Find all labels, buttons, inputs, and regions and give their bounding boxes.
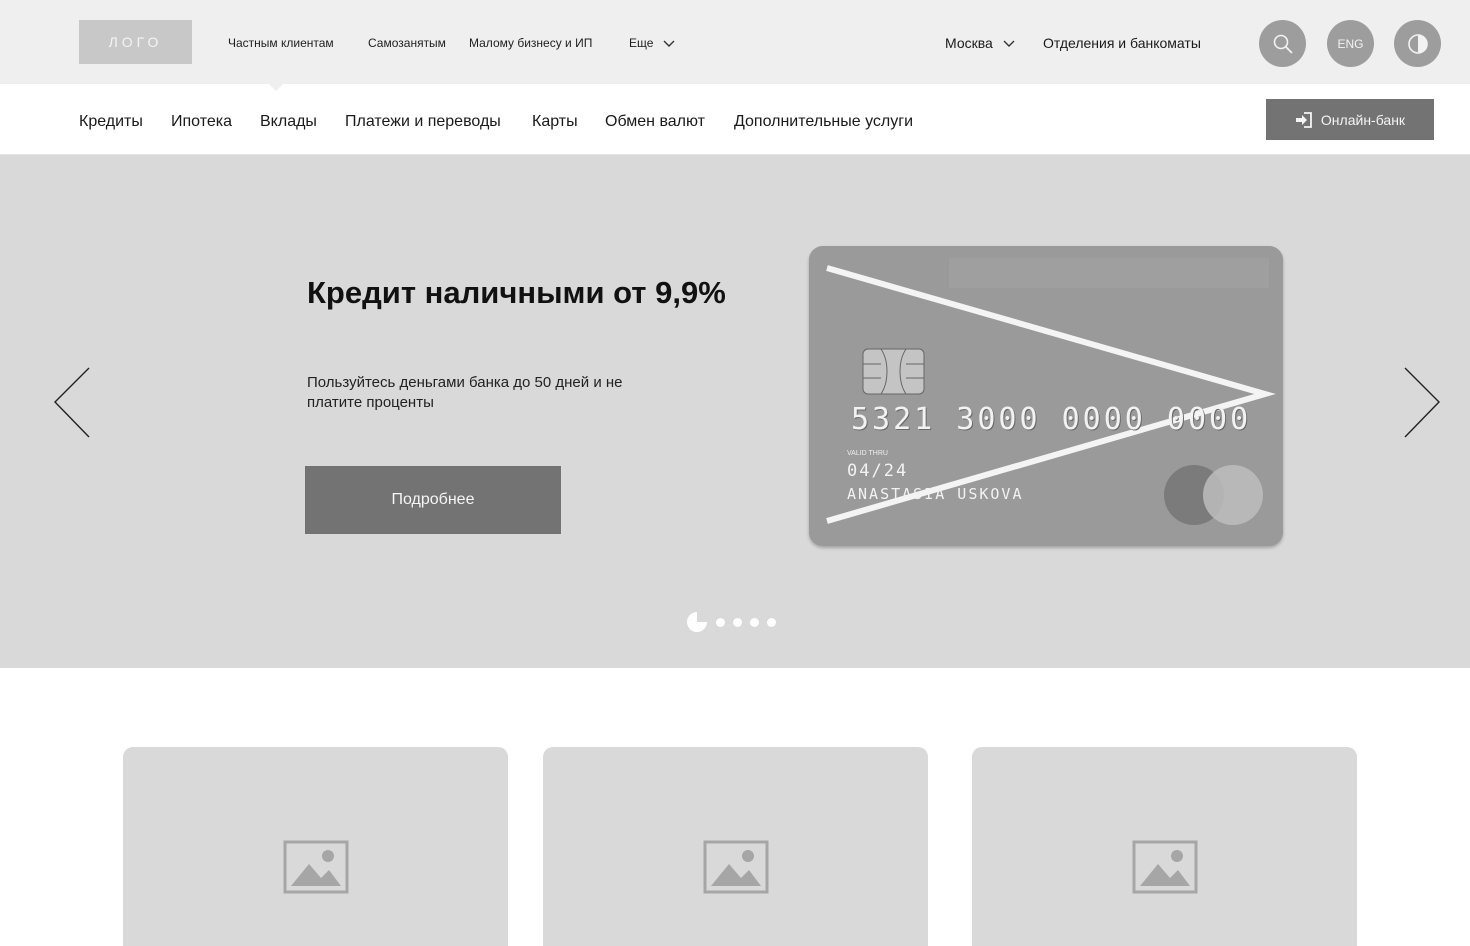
- chip-icon: [862, 348, 925, 395]
- language-button[interactable]: ENG: [1327, 20, 1374, 67]
- slide-dot-active[interactable]: [686, 611, 708, 633]
- nav-item-mortgage[interactable]: Ипотека: [171, 113, 232, 131]
- city-label: Москва: [945, 35, 993, 51]
- active-segment-indicator: [268, 83, 284, 91]
- segment-self-employed[interactable]: Самозанятым: [368, 36, 446, 50]
- hero-description: Пользуйтесь деньгами банка до 50 дней и …: [307, 374, 623, 411]
- image-placeholder-icon: [1132, 840, 1197, 894]
- slide-dot[interactable]: [750, 617, 759, 627]
- online-bank-label: Онлайн-банк: [1320, 111, 1406, 128]
- main-nav: Кредиты Ипотека Вклады Платежи и перевод…: [0, 84, 1470, 155]
- credit-card-image: 5321 3000 0000 0000 VALID THRU 04/24 ANA…: [809, 246, 1283, 546]
- nav-item-deposits[interactable]: Вклады: [260, 113, 317, 131]
- nav-item-cards[interactable]: Карты: [532, 113, 578, 131]
- search-icon: [1273, 34, 1293, 54]
- segment-private-clients[interactable]: Частным клиентам: [228, 36, 334, 50]
- nav-item-additional-services[interactable]: Дополнительные услуги: [734, 113, 913, 131]
- nav-item-payments[interactable]: Платежи и переводы: [345, 113, 501, 131]
- details-button[interactable]: Подробнее: [305, 466, 561, 534]
- prev-slide-arrow-icon[interactable]: [52, 367, 92, 439]
- chevron-down-icon: [1003, 40, 1015, 48]
- segment-small-business[interactable]: Малому бизнесу и ИП: [469, 36, 592, 50]
- segment-more-dropdown[interactable]: Еще: [629, 36, 675, 50]
- slider-pagination: [686, 611, 776, 633]
- contrast-button[interactable]: [1394, 20, 1441, 67]
- online-bank-button[interactable]: Онлайн-банк: [1266, 99, 1434, 140]
- card-brand-logo: [1164, 465, 1263, 525]
- card-number: 5321 3000 0000 0000: [851, 402, 1252, 437]
- segment-more-label: Еще: [629, 36, 654, 50]
- branches-atms-link[interactable]: Отделения и банкоматы: [1043, 35, 1201, 51]
- product-tile[interactable]: [543, 747, 928, 946]
- card-holder: ANASTASIA USKOVA: [847, 485, 1024, 503]
- top-bar: ЛОГО Частным клиентам Самозанятым Малому…: [0, 0, 1470, 84]
- image-placeholder-icon: [283, 840, 348, 894]
- city-selector[interactable]: Москва: [945, 35, 1015, 51]
- product-tile[interactable]: [972, 747, 1357, 946]
- chevron-down-icon: [663, 40, 675, 47]
- contrast-icon: [1407, 33, 1428, 54]
- logo[interactable]: ЛОГО: [79, 20, 192, 64]
- next-slide-arrow-icon[interactable]: [1402, 367, 1442, 439]
- login-icon: [1295, 111, 1312, 128]
- hero-slider: Кредит наличными от 9,9% Пользуйтесь ден…: [0, 155, 1470, 668]
- slide-dot[interactable]: [767, 617, 776, 627]
- product-tile[interactable]: [123, 747, 508, 946]
- slide-dot[interactable]: [716, 617, 725, 627]
- search-button[interactable]: [1259, 20, 1306, 67]
- card-expiry: 04/24: [847, 461, 909, 481]
- image-placeholder-icon: [703, 840, 768, 894]
- card-valid-label: VALID THRU: [847, 450, 888, 457]
- hero-title: Кредит наличными от 9,9%: [307, 275, 726, 310]
- nav-item-currency-exchange[interactable]: Обмен валют: [605, 113, 705, 131]
- slide-dot[interactable]: [733, 617, 742, 627]
- nav-item-credits[interactable]: Кредиты: [79, 113, 143, 131]
